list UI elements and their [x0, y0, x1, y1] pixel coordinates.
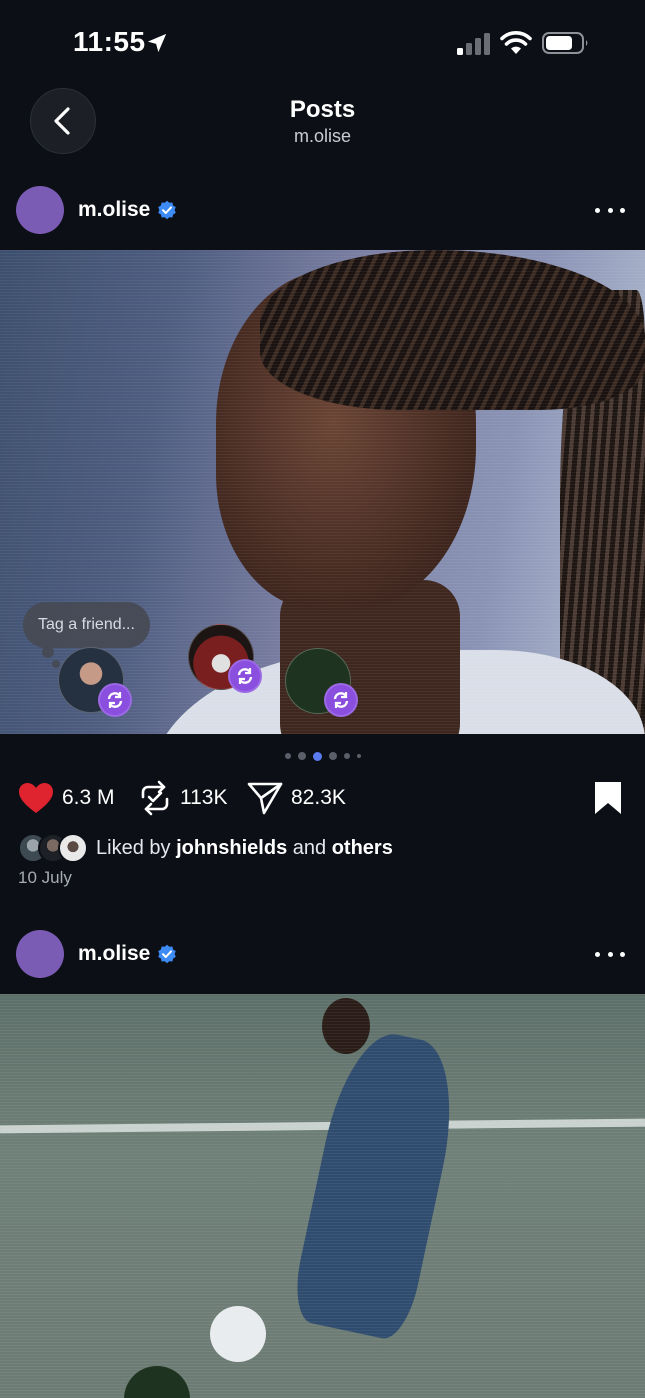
post-date: 10 July: [18, 868, 72, 887]
signal-icon: [457, 33, 490, 55]
battery-icon: [542, 32, 588, 54]
carousel-dot[interactable]: [284, 753, 291, 759]
post-username[interactable]: m.olise: [78, 198, 150, 222]
verified-badge-icon: [158, 944, 176, 964]
bookmark-icon[interactable]: [593, 781, 623, 815]
share-count: 82.3K: [291, 786, 346, 809]
liked-by-username[interactable]: johnshields: [176, 837, 287, 859]
carousel-dot[interactable]: [356, 754, 361, 758]
repost-badge: [324, 683, 358, 717]
avatar[interactable]: [16, 186, 64, 234]
repost-button[interactable]: 113K: [138, 776, 228, 820]
liked-by-row[interactable]: Liked by johnshields and others: [18, 830, 393, 866]
more-options-button[interactable]: [595, 196, 625, 224]
share-icon: [247, 782, 283, 815]
liked-by-text: Liked by johnshields and others: [96, 836, 393, 859]
page-subtitle: m.olise: [293, 126, 351, 146]
repost-icon: [333, 692, 349, 708]
post-header: m.olise: [0, 924, 645, 984]
repost-icon: [237, 668, 253, 684]
location-arrow-icon: [147, 33, 167, 53]
carousel-dots[interactable]: [0, 750, 645, 762]
liker-avatar: [58, 833, 88, 863]
carousel-dot[interactable]: [312, 751, 322, 761]
carousel-dot[interactable]: [297, 752, 306, 760]
carousel-dot[interactable]: [343, 753, 350, 759]
liked-by-others[interactable]: others: [332, 837, 393, 859]
more-icon: [595, 951, 600, 957]
more-options-button[interactable]: [595, 940, 625, 968]
post-header: m.olise: [0, 180, 645, 240]
carousel-dot[interactable]: [328, 752, 337, 760]
like-count: 6.3 M: [62, 786, 115, 809]
share-button[interactable]: 82.3K: [247, 776, 346, 820]
heart-icon: [19, 783, 53, 813]
repost-icon: [107, 692, 123, 708]
like-button[interactable]: 6.3 M: [18, 776, 115, 820]
status-bar: 11:55: [0, 0, 645, 88]
verified-badge-icon: [158, 200, 176, 220]
tag-friend-bubble[interactable]: Tag a friend...: [23, 602, 150, 648]
repost-badge: [228, 659, 262, 693]
page-title: Posts: [289, 96, 356, 123]
repost-badge: [98, 683, 132, 717]
repost-count: 113K: [180, 786, 228, 809]
post-username[interactable]: m.olise: [78, 942, 150, 966]
avatar[interactable]: [16, 930, 64, 978]
repost-icon: [141, 780, 169, 816]
post-actions: 6.3 M 113K 82.3K: [0, 776, 645, 820]
status-time: 11:55: [73, 26, 146, 57]
post-image[interactable]: [0, 994, 645, 1398]
more-icon: [595, 207, 600, 213]
wifi-icon: [500, 31, 532, 54]
